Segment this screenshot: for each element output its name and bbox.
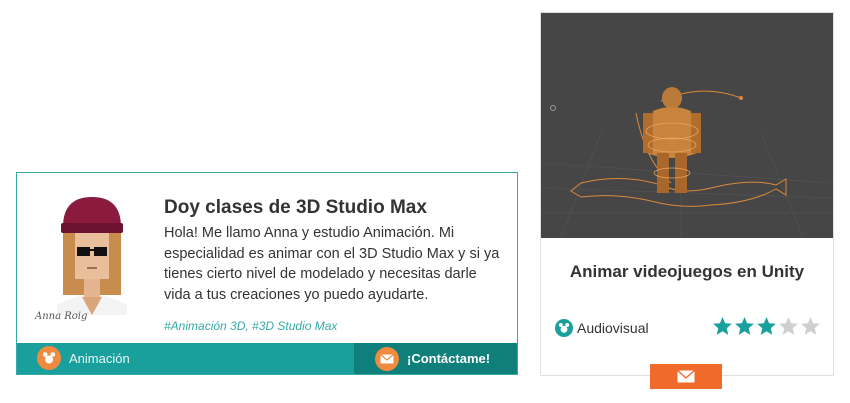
star-filled-icon	[735, 317, 754, 335]
course-contact-button[interactable]	[650, 364, 722, 389]
mouse-ears-icon	[555, 319, 573, 337]
tutor-profile-card: Anna Roig Doy clases de 3D Studio Max Ho…	[16, 172, 518, 375]
course-title[interactable]: Animar videojuegos en Unity	[541, 262, 833, 282]
course-thumbnail	[541, 13, 833, 238]
course-category[interactable]: Audiovisual	[555, 319, 649, 337]
star-filled-icon	[757, 317, 776, 335]
envelope-icon	[375, 346, 399, 371]
card-tags[interactable]: #Animación 3D, #3D Studio Max	[164, 319, 337, 333]
envelope-icon	[677, 370, 695, 383]
star-empty-icon	[779, 317, 798, 335]
star-rating	[712, 316, 822, 337]
star-filled-icon	[713, 317, 732, 335]
course-card[interactable]: Animar videojuegos en Unity Audiovisual	[540, 12, 834, 376]
card-title: Doy clases de 3D Studio Max	[164, 197, 427, 218]
category-link[interactable]: Animación	[37, 346, 130, 370]
card-footer: Animación ¡Contáctame!	[17, 343, 517, 374]
course-category-label: Audiovisual	[577, 320, 649, 336]
star-empty-icon	[801, 317, 820, 335]
contact-label: ¡Contáctame!	[407, 351, 491, 366]
mouse-ears-icon	[37, 346, 61, 370]
category-label: Animación	[69, 350, 130, 366]
author-name: Anna Roig	[35, 311, 88, 322]
contact-button[interactable]: ¡Contáctame!	[354, 343, 517, 374]
card-description: Hola! Me llamo Anna y estudio Animación.…	[164, 225, 500, 303]
avatar	[57, 197, 127, 315]
